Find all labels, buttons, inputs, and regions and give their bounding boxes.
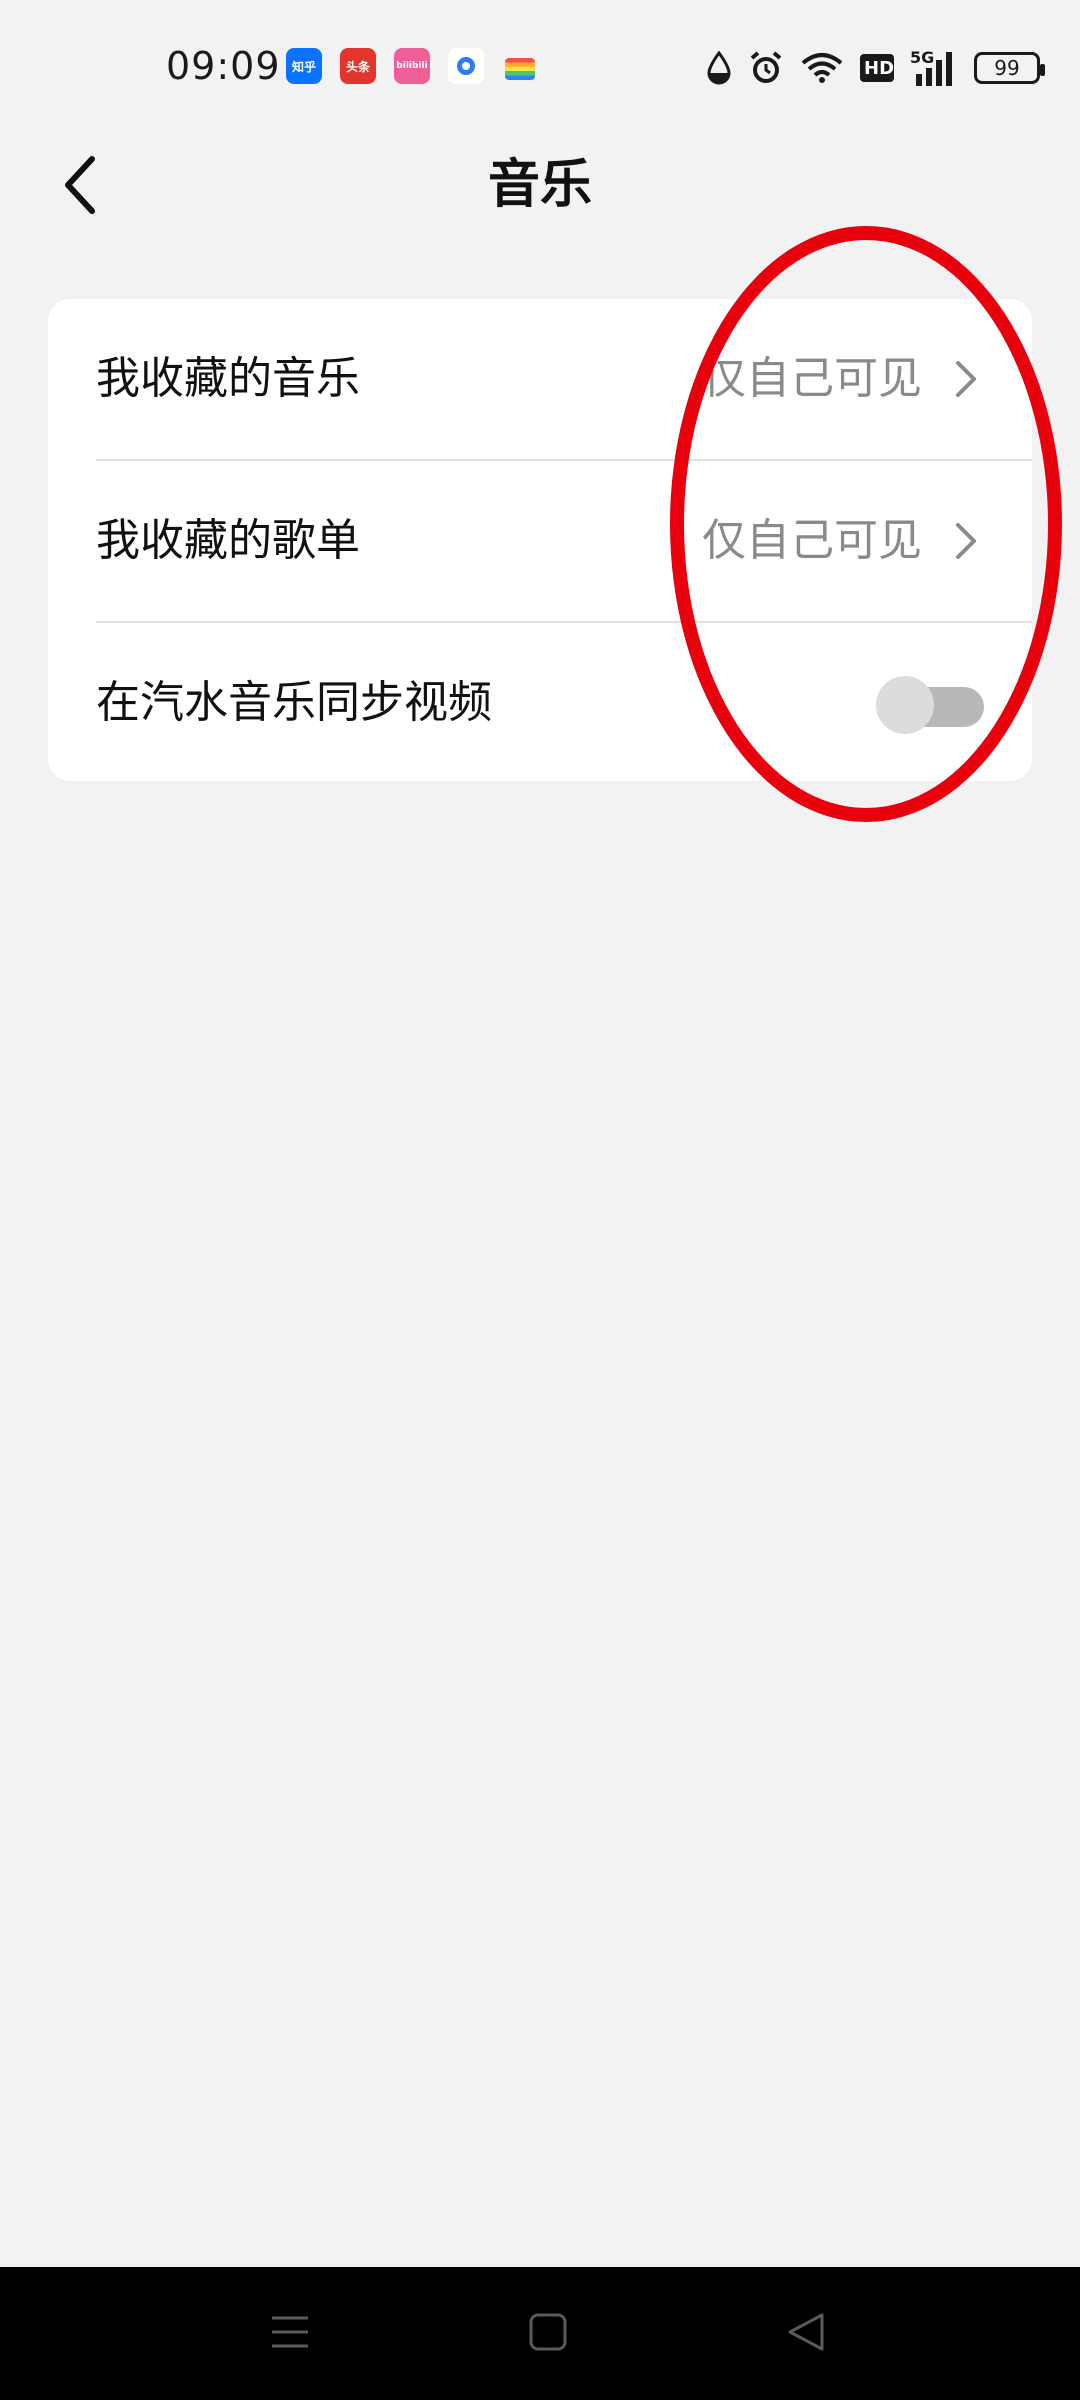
battery-level: 99 [994, 56, 1020, 80]
row-label: 在汽水音乐同步视频 [96, 677, 492, 728]
back-nav-button[interactable] [766, 2297, 846, 2367]
sync-video-row: 在汽水音乐同步视频 [48, 623, 1032, 783]
favorite-playlist-row[interactable]: 我收藏的歌单 仅自己可见 [48, 461, 1032, 621]
row-value: 仅自己可见 [702, 353, 922, 404]
bilibili-app-icon: bilibili [394, 48, 430, 84]
music-settings-card: 我收藏的音乐 仅自己可见 我收藏的歌单 仅自己可见 在汽水音乐同步视频 [48, 299, 1032, 781]
drop-icon [706, 46, 732, 90]
status-time: 09:09 [166, 44, 281, 88]
hd-icon: HD [860, 46, 894, 90]
zhihu-app-icon: 知乎 [286, 48, 322, 84]
chevron-right-icon [956, 361, 976, 397]
home-icon [529, 2313, 567, 2351]
sync-video-toggle[interactable] [876, 676, 984, 734]
top-app-bar: 音乐 [0, 130, 1080, 240]
alarm-clock-icon [748, 46, 784, 90]
row-label: 我收藏的音乐 [96, 353, 360, 404]
notification-app-icons: 知乎 头条 bilibili [286, 48, 538, 84]
toggle-knob [876, 676, 934, 734]
row-label: 我收藏的歌单 [96, 515, 360, 566]
toutiao-app-icon: 头条 [340, 48, 376, 84]
menu-icon [272, 2316, 308, 2348]
recent-apps-button[interactable] [250, 2297, 330, 2367]
rainbow-app-icon [502, 48, 538, 84]
home-button[interactable] [508, 2297, 588, 2367]
battery-icon: 99 [974, 52, 1045, 84]
favorite-music-row[interactable]: 我收藏的音乐 仅自己可见 [48, 299, 1032, 459]
network-type-label: 5G [910, 48, 935, 67]
screen: 09:09 知乎 头条 bilibili HD 5G 99 音乐 我收藏的音乐 … [0, 0, 1080, 2400]
signal-5g-icon: 5G [910, 46, 958, 90]
system-navigation-bar [0, 2267, 1080, 2400]
system-icons: HD 5G 99 [706, 40, 1045, 96]
status-bar: 09:09 知乎 头条 bilibili HD 5G 99 [0, 0, 1080, 140]
page-title: 音乐 [487, 155, 592, 215]
chevron-right-icon [956, 523, 976, 559]
wifi-icon [800, 46, 844, 90]
back-triangle-icon [788, 2313, 824, 2351]
row-value: 仅自己可见 [702, 515, 922, 566]
circle-app-icon [448, 48, 484, 84]
hd-label: HD [864, 57, 895, 79]
